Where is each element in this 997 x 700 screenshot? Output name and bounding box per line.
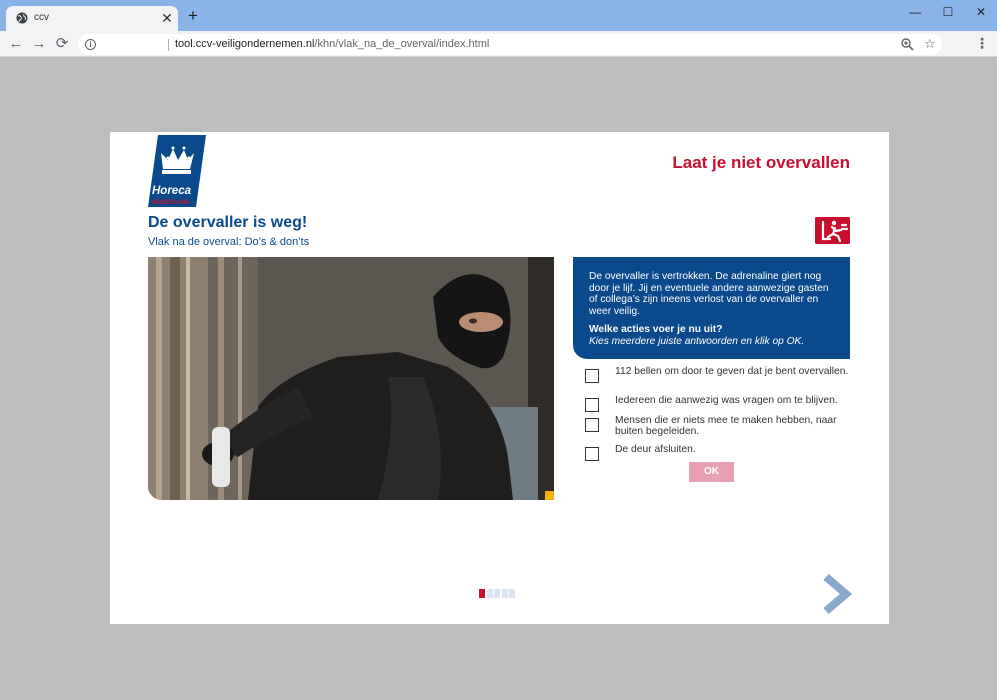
app-title: Laat je niet overvallen bbox=[672, 153, 850, 172]
window-close-button[interactable]: ✕ bbox=[966, 2, 996, 22]
browser-titlebar: ccv ✕ + — ☐ ✕ bbox=[0, 0, 997, 31]
next-arrow-icon[interactable] bbox=[822, 574, 852, 614]
address-bar[interactable]: i tool.ccv-veiligondernemen.nl/khn/vlak_… bbox=[78, 34, 942, 55]
browser-toolbar: ← → ⟳ i tool.ccv-veiligondernemen.nl/khn… bbox=[0, 31, 997, 57]
tab-close-icon[interactable]: ✕ bbox=[159, 9, 175, 27]
answer-label[interactable]: De deur afsluiten. bbox=[615, 444, 855, 455]
tab-title: ccv bbox=[34, 12, 49, 23]
page-subheading: Vlak na de overval: Do’s & don’ts bbox=[148, 236, 310, 248]
ok-button[interactable]: OK bbox=[689, 462, 734, 482]
progress-step bbox=[509, 589, 515, 598]
question-prompt: Welke acties voer je nu uit? bbox=[589, 324, 723, 335]
question-panel: De overvaller is vertrokken. De adrenali… bbox=[573, 257, 850, 359]
back-icon[interactable]: ← bbox=[6, 34, 26, 54]
answer-checkbox[interactable] bbox=[585, 398, 599, 412]
photo-accent bbox=[545, 491, 554, 500]
emergency-exit-icon[interactable] bbox=[815, 217, 850, 244]
question-intro: De overvaller is vertrokken. De adrenali… bbox=[589, 271, 829, 317]
progress-step bbox=[486, 589, 493, 598]
info-icon[interactable]: i bbox=[85, 39, 96, 50]
reload-icon[interactable]: ⟳ bbox=[52, 34, 72, 54]
robber-photo bbox=[148, 257, 554, 500]
menu-icon[interactable]: ⋮ bbox=[975, 35, 989, 51]
question-instruction: Kies meerdere juiste antwoorden en klik … bbox=[589, 335, 805, 347]
answer-checkbox[interactable] bbox=[585, 418, 599, 432]
answer-label[interactable]: Mensen die er niets mee te maken hebben,… bbox=[615, 415, 855, 437]
answer-checkbox[interactable] bbox=[585, 447, 599, 461]
svg-text:NEDERLAND: NEDERLAND bbox=[152, 200, 190, 206]
progress-step-active bbox=[479, 589, 485, 598]
progress-step bbox=[501, 589, 508, 598]
minimize-button[interactable]: — bbox=[900, 2, 930, 22]
horeca-nederland-logo: Horeca NEDERLAND bbox=[148, 135, 206, 207]
address-separator bbox=[168, 39, 169, 51]
maximize-button[interactable]: ☐ bbox=[933, 2, 963, 22]
zoom-icon[interactable] bbox=[900, 37, 915, 52]
star-icon[interactable]: ☆ bbox=[924, 36, 936, 52]
new-tab-button[interactable]: + bbox=[184, 6, 202, 26]
answer-checkbox[interactable] bbox=[585, 369, 599, 383]
url-text[interactable]: tool.ccv-veiligondernemen.nl/khn/vlak_na… bbox=[175, 38, 489, 50]
forward-icon[interactable]: → bbox=[29, 34, 49, 54]
answer-label[interactable]: 112 bellen om door te geven dat je bent … bbox=[615, 366, 855, 377]
progress-step bbox=[494, 589, 500, 598]
elearning-card: Horeca NEDERLAND Laat je niet overvallen… bbox=[110, 132, 889, 624]
answer-label[interactable]: Iedereen die aanwezig was vragen om te b… bbox=[615, 395, 855, 406]
svg-text:Horeca: Horeca bbox=[152, 185, 192, 197]
browser-tab[interactable]: ccv ✕ bbox=[6, 6, 178, 31]
globe-icon bbox=[16, 12, 28, 24]
url-path: /khn/vlak_na_de_overval/index.html bbox=[314, 38, 490, 50]
url-host: tool.ccv-veiligondernemen.nl bbox=[175, 38, 315, 50]
page-heading: De overvaller is weg! bbox=[148, 214, 308, 231]
